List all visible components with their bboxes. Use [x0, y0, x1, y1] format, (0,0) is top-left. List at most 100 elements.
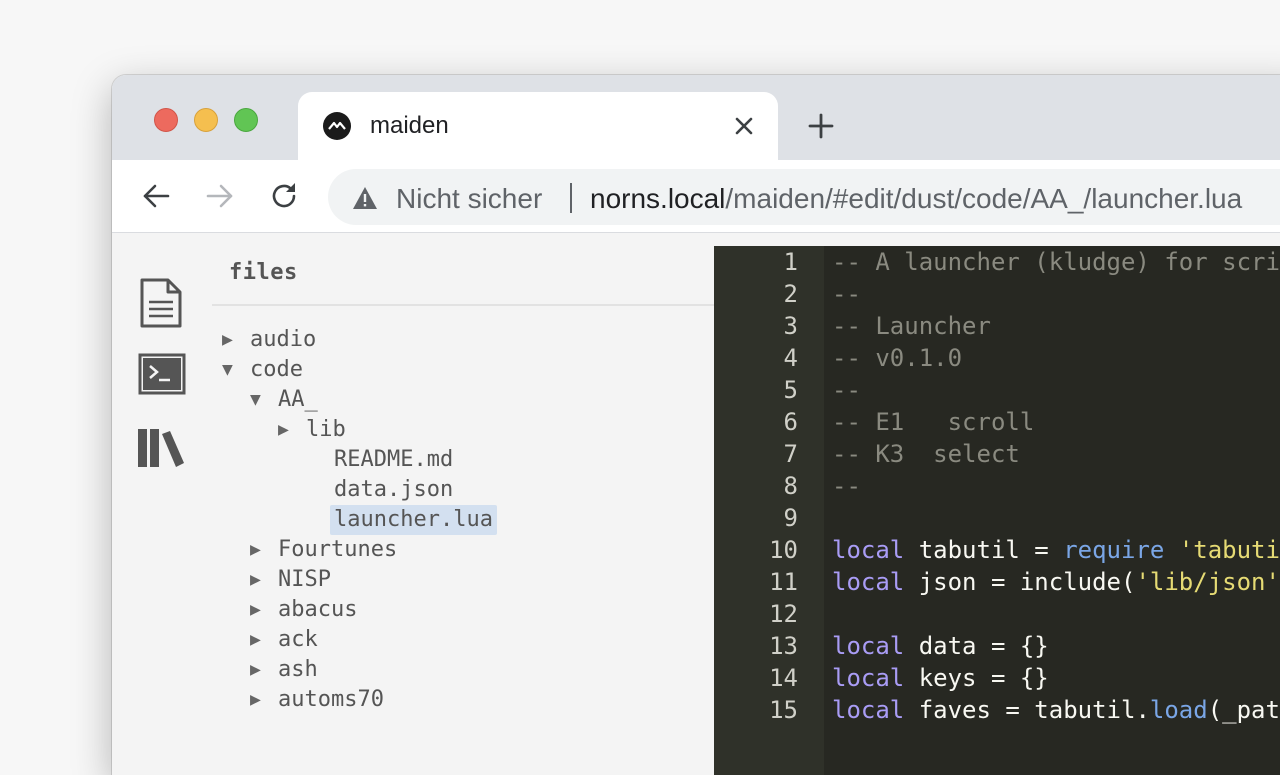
file-tree-label: ack: [278, 627, 318, 652]
code-text: -- v0.1.0: [832, 342, 962, 374]
code-token: require: [1063, 536, 1165, 564]
code-token: --: [832, 472, 861, 500]
file-tree-item[interactable]: ▶ ash: [250, 655, 322, 685]
code-token: data: [904, 632, 991, 660]
file-tree-label: automs70: [278, 687, 384, 712]
code-line[interactable]: 1 -- A launcher (kludge) for scri: [714, 246, 1280, 278]
address-bar[interactable]: Nicht sicher norns.local/maiden/#edit/du…: [328, 169, 1280, 225]
file-tree-label: abacus: [278, 597, 358, 622]
code-line[interactable]: 13 local data = {}: [714, 630, 1280, 662]
file-tree-item[interactable]: ▶ abacus: [250, 595, 361, 625]
file-tree-item[interactable]: data.json: [306, 475, 457, 505]
code-line[interactable]: 5 --: [714, 374, 1280, 406]
code-token: -- A launcher (kludge) for scri: [832, 248, 1280, 276]
line-number: 3: [783, 312, 798, 340]
warning-icon[interactable]: [352, 186, 378, 210]
code-text: -- Launcher: [832, 310, 991, 342]
file-tree-item[interactable]: ▶ Fourtunes: [250, 535, 401, 565]
file-tree-label: Fourtunes: [278, 537, 398, 562]
url-text[interactable]: norns.local/maiden/#edit/dust/code/AA_/l…: [590, 183, 1242, 215]
code-line[interactable]: 4 -- v0.1.0: [714, 342, 1280, 374]
line-number: 7: [783, 440, 798, 468]
code-token: --: [832, 376, 861, 404]
file-tree-item[interactable]: launcher.lua: [306, 505, 497, 535]
code-token: tabutil: [904, 536, 1035, 564]
minimize-window-button[interactable]: [194, 108, 218, 132]
file-tree-item[interactable]: ▶ NISP: [250, 565, 335, 595]
forward-arrow-icon[interactable]: [204, 180, 236, 212]
code-editor[interactable]: 1 -- A launcher (kludge) for scri 2 -- 3 -- L…: [714, 246, 1280, 775]
code-token: json: [904, 568, 991, 596]
file-tree-label: launcher.lua: [330, 505, 497, 535]
code-text: local faves = tabutil.load(_pat: [832, 694, 1280, 726]
line-number: 9: [783, 504, 798, 532]
code-line[interactable]: 10 local tabutil = require 'tabuti: [714, 534, 1280, 566]
title-bar: maiden: [112, 75, 1280, 160]
new-tab-icon[interactable]: [806, 111, 836, 141]
file-tree-item[interactable]: ▼ AA_: [250, 385, 322, 415]
code-line[interactable]: 8 --: [714, 470, 1280, 502]
file-tree-item[interactable]: ▼ code: [222, 355, 307, 385]
code-line[interactable]: 2 --: [714, 278, 1280, 310]
file-tree-item[interactable]: ▶ lib: [278, 415, 350, 445]
browser-window: maiden Nicht sicher norns.local/maiden/#…: [112, 75, 1280, 775]
code-token: 'lib/json': [1135, 568, 1280, 596]
code-token: =: [990, 568, 1006, 596]
code-line[interactable]: 15 local faves = tabutil.load(_pat: [714, 694, 1280, 726]
url-path: /maiden/#edit/dust/code/AA_/launcher.lua: [725, 183, 1243, 214]
file-tree-label: ash: [278, 657, 318, 682]
line-number: 1: [783, 248, 798, 276]
code-token: local: [832, 632, 905, 660]
code-text: local json = include('lib/json': [832, 566, 1280, 598]
close-tab-icon[interactable]: [732, 114, 756, 138]
code-line[interactable]: 7 -- K3 select: [714, 438, 1280, 470]
file-tree-item[interactable]: ▶ automs70: [250, 685, 388, 715]
code-token: -- Launcher: [832, 312, 991, 340]
code-text: local data = {}: [832, 630, 1049, 662]
code-line[interactable]: 9: [714, 502, 1280, 534]
close-window-button[interactable]: [154, 108, 178, 132]
tab-title: maiden: [370, 112, 449, 139]
file-tree-item[interactable]: ▶ ack: [250, 625, 322, 655]
code-text: -- K3 select: [832, 438, 1020, 470]
code-token: -- K3 select: [832, 440, 1020, 468]
line-number: 5: [783, 376, 798, 404]
code-text: -- A launcher (kludge) for scri: [832, 246, 1280, 278]
code-token: -- v0.1.0: [832, 344, 963, 372]
code-line[interactable]: 6 -- E1 scroll: [714, 406, 1280, 438]
line-number: 14: [769, 664, 798, 692]
code-token: =: [990, 632, 1006, 660]
code-text: --: [832, 470, 861, 502]
url-host: norns.local: [590, 183, 726, 214]
browser-tab[interactable]: maiden: [298, 92, 778, 160]
code-token: =: [990, 664, 1006, 692]
back-arrow-icon[interactable]: [140, 180, 172, 212]
file-tree-item[interactable]: README.md: [306, 445, 457, 475]
code-token: --: [832, 280, 861, 308]
code-line[interactable]: 11 local json = include('lib/json': [714, 566, 1280, 598]
code-token: include(: [1005, 568, 1136, 596]
maximize-window-button[interactable]: [234, 108, 258, 132]
code-token: local: [832, 536, 905, 564]
line-number: 10: [769, 536, 798, 564]
code-line[interactable]: 12: [714, 598, 1280, 630]
reload-icon[interactable]: [268, 180, 300, 212]
code-line[interactable]: 3 -- Launcher: [714, 310, 1280, 342]
file-tree-label: data.json: [334, 477, 454, 502]
code-token: local: [832, 664, 905, 692]
terminal-icon[interactable]: [138, 353, 186, 395]
code-line[interactable]: 14 local keys = {}: [714, 662, 1280, 694]
line-number: 15: [769, 696, 798, 724]
security-status-label[interactable]: Nicht sicher: [396, 183, 542, 215]
file-tree-label: README.md: [334, 447, 454, 472]
code-text: --: [832, 278, 861, 310]
code-token: local: [832, 568, 905, 596]
file-icon[interactable]: [138, 278, 184, 328]
browser-toolbar: Nicht sicher norns.local/maiden/#edit/du…: [112, 160, 1280, 233]
file-tree-label: audio: [250, 327, 317, 352]
library-icon[interactable]: [138, 426, 188, 468]
file-tree-item[interactable]: ▶ audio: [222, 325, 320, 355]
file-tree-label: code: [250, 357, 303, 382]
